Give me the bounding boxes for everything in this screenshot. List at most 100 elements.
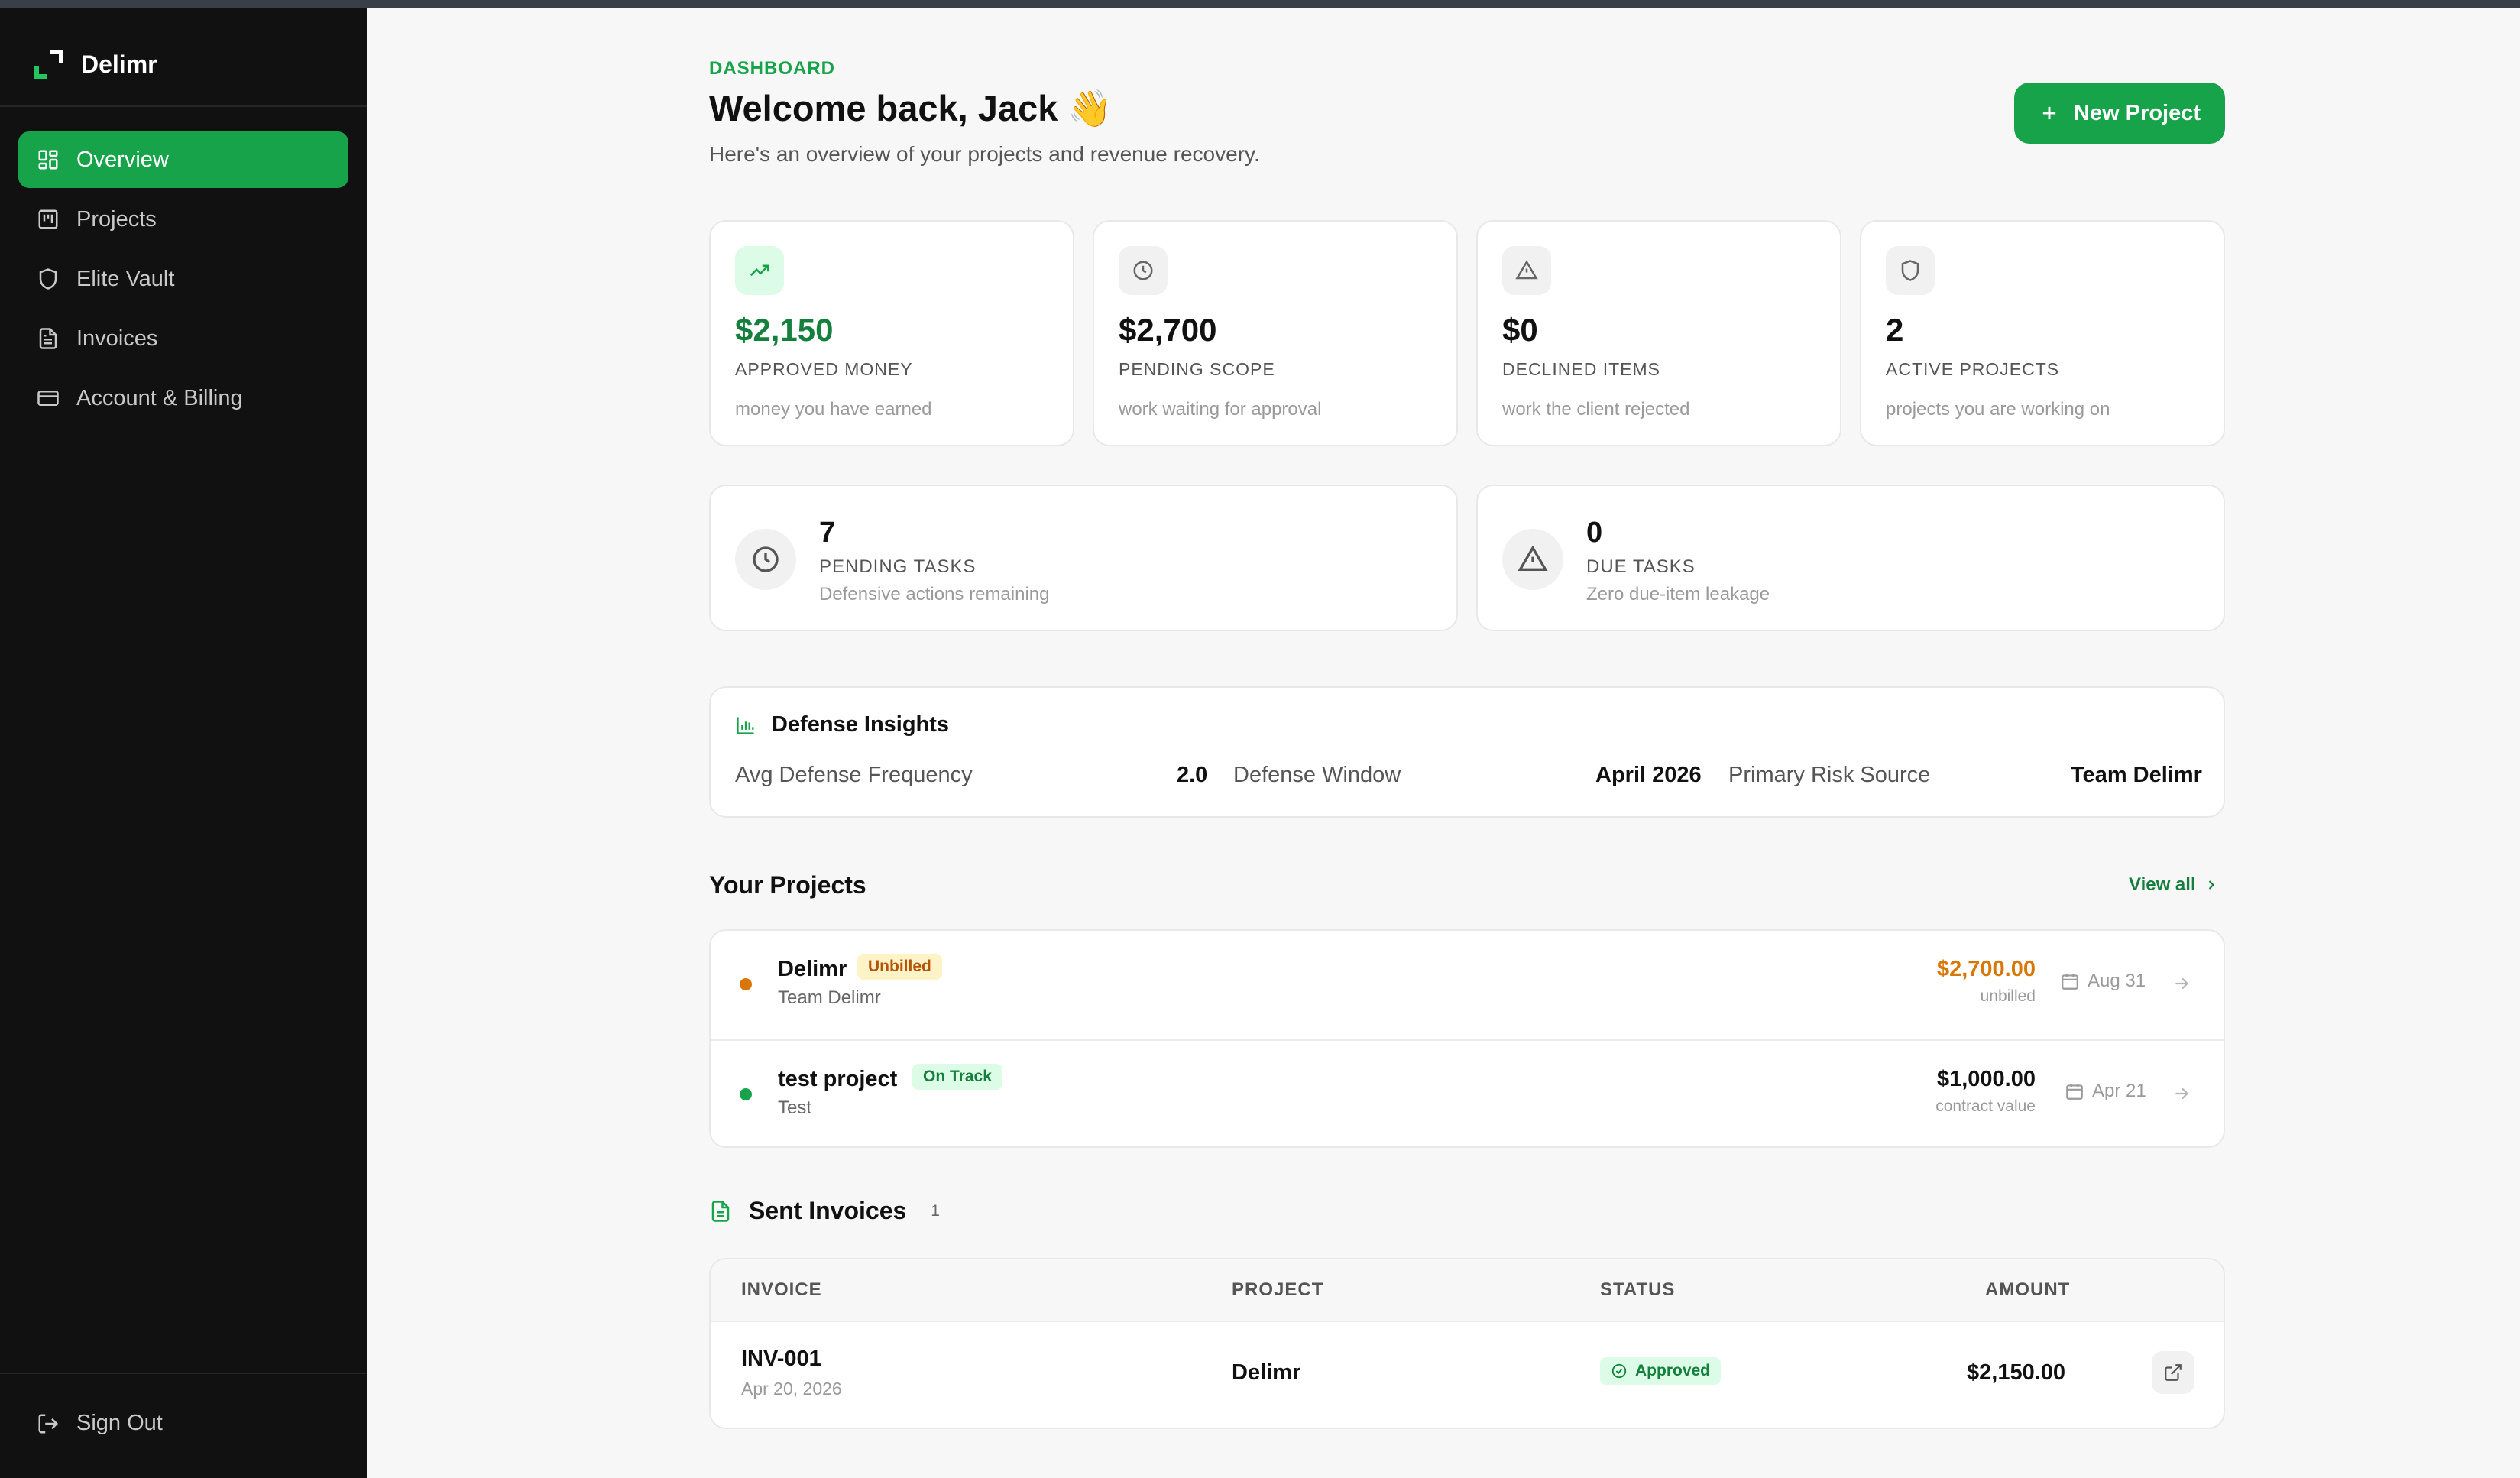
alert-triangle-icon bbox=[1502, 246, 1551, 295]
new-project-label: New Project bbox=[2074, 101, 2201, 126]
project-row[interactable]: test project On Track Test $1,000.00 con… bbox=[711, 1039, 2224, 1148]
stat-card-approved-money: $2,150 APPROVED MONEY money you have ear… bbox=[709, 220, 1074, 446]
stat-value: $0 bbox=[1502, 312, 1538, 348]
stat-description: money you have earned bbox=[735, 399, 932, 420]
invoices-section-header: Sent Invoices 1 bbox=[709, 1197, 940, 1225]
clock-icon bbox=[1119, 246, 1168, 295]
sidebar-item-elite-vault[interactable]: Elite Vault bbox=[18, 251, 348, 307]
arrow-right-icon[interactable] bbox=[2172, 1084, 2191, 1104]
new-project-button[interactable]: New Project bbox=[2014, 83, 2225, 144]
bar-chart-icon bbox=[735, 715, 756, 736]
stat-label: DECLINED ITEMS bbox=[1502, 359, 1660, 380]
file-icon bbox=[709, 1200, 732, 1223]
project-due-date: Aug 31 bbox=[2060, 971, 2146, 992]
plus-icon bbox=[2039, 102, 2060, 124]
insight-label: Primary Risk Source bbox=[1728, 763, 1930, 788]
status-badge: On Track bbox=[912, 1064, 1002, 1090]
page-subtitle: Here's an overview of your projects and … bbox=[709, 142, 1260, 167]
project-client: Test bbox=[778, 1097, 811, 1119]
project-amount: $2,700.00 bbox=[1937, 957, 2036, 982]
stat-label: APPROVED MONEY bbox=[735, 359, 913, 380]
external-link-icon bbox=[2163, 1363, 2183, 1382]
credit-card-icon bbox=[37, 387, 60, 410]
page-eyebrow: DASHBOARD bbox=[709, 58, 835, 79]
task-label: DUE TASKS bbox=[1586, 556, 1696, 578]
chevron-right-icon bbox=[2204, 877, 2219, 893]
sidebar-item-label: Account & Billing bbox=[76, 386, 243, 411]
stat-value: $2,700 bbox=[1119, 312, 1216, 348]
task-card-pending: 7 PENDING TASKS Defensive actions remain… bbox=[709, 485, 1458, 631]
shield-icon bbox=[1886, 246, 1935, 295]
project-amount: $1,000.00 bbox=[1937, 1067, 2036, 1092]
stat-card-pending-scope: $2,700 PENDING SCOPE work waiting for ap… bbox=[1093, 220, 1458, 446]
sidebar: Delimr Overview Projects Elite Vault Inv… bbox=[0, 8, 367, 1478]
shield-icon bbox=[37, 267, 60, 290]
table-header: INVOICE PROJECT STATUS AMOUNT bbox=[711, 1259, 2224, 1322]
project-status-dot bbox=[740, 978, 752, 990]
stat-description: work waiting for approval bbox=[1119, 399, 1321, 420]
file-icon bbox=[37, 327, 60, 350]
stat-card-active-projects: 2 ACTIVE PROJECTS projects you are worki… bbox=[1860, 220, 2225, 446]
column-header-project: PROJECT bbox=[1232, 1279, 1323, 1301]
defense-insights-card: Defense Insights Avg Defense Frequency 2… bbox=[709, 686, 2225, 818]
sidebar-item-label: Projects bbox=[76, 207, 157, 232]
status-badge: Approved bbox=[1600, 1357, 1721, 1385]
stat-value: 2 bbox=[1886, 312, 1903, 348]
sidebar-item-label: Elite Vault bbox=[76, 267, 174, 292]
invoice-project: Delimr bbox=[1232, 1360, 1300, 1386]
invoice-date: Apr 20, 2026 bbox=[741, 1379, 842, 1399]
page-title: Welcome back, Jack 👋 bbox=[709, 87, 1113, 130]
invoice-id: INV-001 bbox=[741, 1347, 821, 1372]
sidebar-item-projects[interactable]: Projects bbox=[18, 191, 348, 248]
sidebar-item-account-billing[interactable]: Account & Billing bbox=[18, 370, 348, 426]
project-amount-label: contract value bbox=[1935, 1097, 2036, 1116]
insight-label: Avg Defense Frequency bbox=[735, 763, 973, 788]
status-text: Approved bbox=[1635, 1362, 1710, 1380]
insight-value: 2.0 bbox=[1177, 763, 1207, 788]
sidebar-divider bbox=[0, 1373, 367, 1374]
brand[interactable]: Delimr bbox=[34, 41, 157, 87]
task-label: PENDING TASKS bbox=[819, 556, 977, 578]
project-date-text: Aug 31 bbox=[2088, 971, 2146, 992]
open-invoice-button[interactable] bbox=[2152, 1351, 2194, 1394]
sidebar-item-label: Overview bbox=[76, 147, 169, 173]
view-all-link[interactable]: View all bbox=[2129, 874, 2219, 896]
invoices-table: INVOICE PROJECT STATUS AMOUNT INV-001 Ap… bbox=[709, 1258, 2225, 1429]
stat-card-declined-items: $0 DECLINED ITEMS work the client reject… bbox=[1476, 220, 1841, 446]
column-header-invoice: INVOICE bbox=[741, 1279, 822, 1301]
project-client: Team Delimr bbox=[778, 987, 881, 1009]
sign-out-button[interactable]: Sign Out bbox=[37, 1411, 163, 1436]
alert-triangle-icon bbox=[1502, 529, 1563, 590]
projects-list: Delimr Unbilled Team Delimr $2,700.00 un… bbox=[709, 929, 2225, 1148]
calendar-icon bbox=[2060, 971, 2080, 991]
stat-description: work the client rejected bbox=[1502, 399, 1689, 420]
invoice-amount: $2,150.00 bbox=[1967, 1360, 2065, 1386]
sidebar-item-invoices[interactable]: Invoices bbox=[18, 310, 348, 367]
window-top-strip bbox=[0, 0, 2520, 8]
projects-section-title: Your Projects bbox=[709, 871, 866, 899]
stat-label: PENDING SCOPE bbox=[1119, 359, 1275, 380]
task-value: 7 bbox=[819, 517, 835, 549]
stat-label: ACTIVE PROJECTS bbox=[1886, 359, 2059, 380]
project-name: test project bbox=[778, 1067, 897, 1092]
invoice-count-badge: 1 bbox=[931, 1202, 940, 1220]
grid-icon bbox=[37, 148, 60, 171]
stat-description: projects you are working on bbox=[1886, 399, 2110, 420]
project-row[interactable]: Delimr Unbilled Team Delimr $2,700.00 un… bbox=[711, 931, 2224, 1039]
stat-value: $2,150 bbox=[735, 312, 833, 348]
invoices-section-title: Sent Invoices bbox=[749, 1197, 906, 1225]
log-out-icon bbox=[37, 1412, 60, 1435]
insight-value: April 2026 bbox=[1595, 763, 1702, 788]
brand-logo-icon bbox=[34, 49, 64, 79]
task-description: Zero due-item leakage bbox=[1586, 584, 1770, 605]
sign-out-label: Sign Out bbox=[76, 1411, 163, 1436]
clock-icon bbox=[735, 529, 796, 590]
task-card-due: 0 DUE TASKS Zero due-item leakage bbox=[1476, 485, 2225, 631]
arrow-right-icon[interactable] bbox=[2172, 974, 2191, 993]
project-date-text: Apr 21 bbox=[2092, 1081, 2146, 1102]
sidebar-item-overview[interactable]: Overview bbox=[18, 131, 348, 188]
trending-up-icon bbox=[735, 246, 784, 295]
column-header-status: STATUS bbox=[1600, 1279, 1675, 1301]
task-description: Defensive actions remaining bbox=[819, 584, 1050, 605]
task-value: 0 bbox=[1586, 517, 1602, 549]
